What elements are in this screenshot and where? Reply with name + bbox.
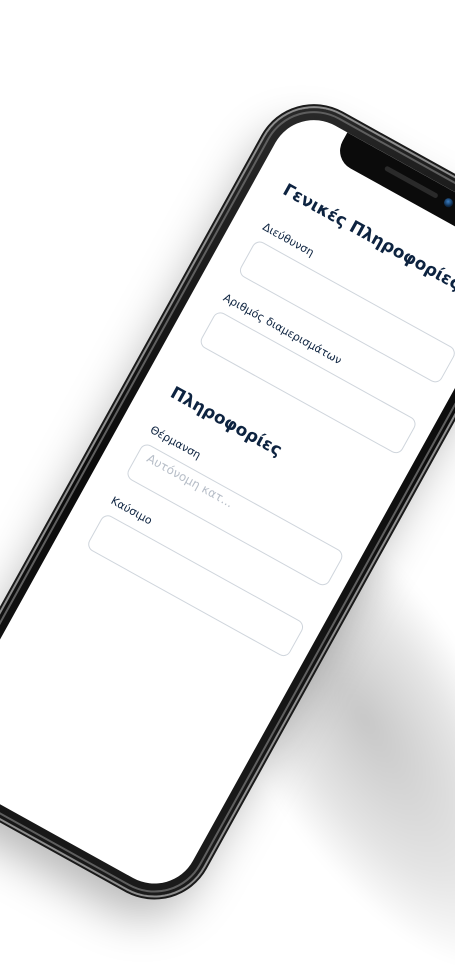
camera-icon	[442, 196, 455, 209]
marketing-stage: Γενικές Πληροφορίες Διεύθυνση Αριθμός δι…	[0, 0, 455, 970]
